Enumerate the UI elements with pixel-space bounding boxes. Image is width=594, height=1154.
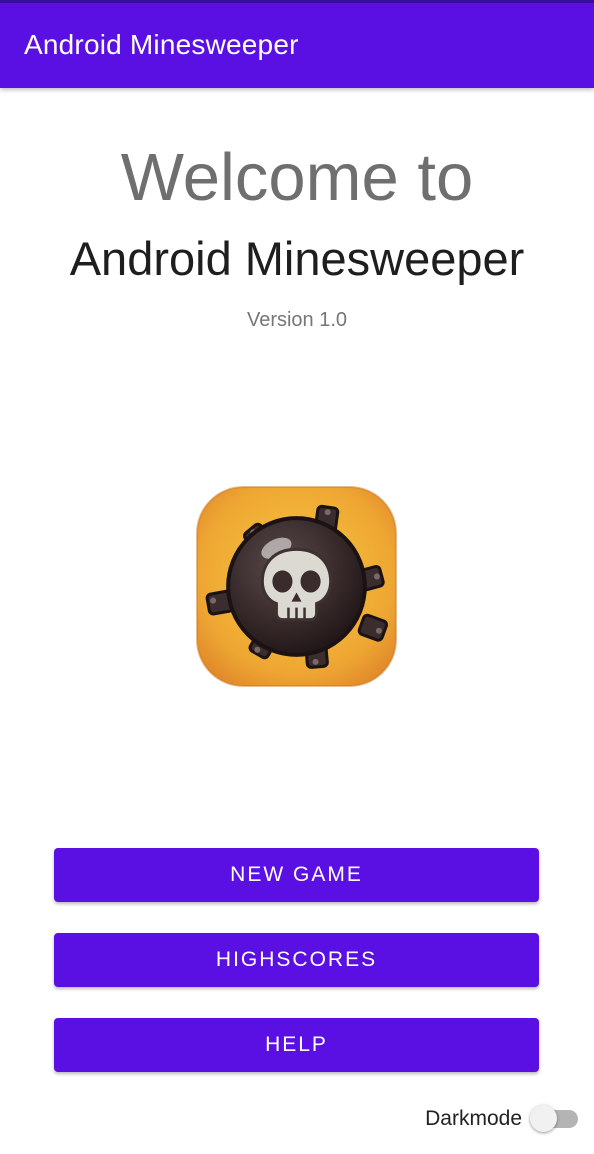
highscores-button[interactable]: HIGHSCORES — [54, 933, 539, 987]
app-bar-title: Android Minesweeper — [24, 29, 299, 60]
new-game-button[interactable]: NEW GAME — [54, 848, 539, 902]
skull-mine-icon — [196, 486, 397, 687]
darkmode-label: Darkmode — [425, 1107, 522, 1130]
version-label: Version 1.0 — [246, 309, 348, 331]
darkmode-switch[interactable] — [530, 1105, 578, 1132]
app-bar: Android Minesweeper — [0, 3, 594, 88]
switch-thumb — [530, 1105, 557, 1132]
help-button[interactable]: HELP — [54, 1018, 539, 1072]
app-name-heading: Android Minesweeper — [69, 232, 525, 285]
welcome-heading: Welcome to — [120, 140, 474, 215]
